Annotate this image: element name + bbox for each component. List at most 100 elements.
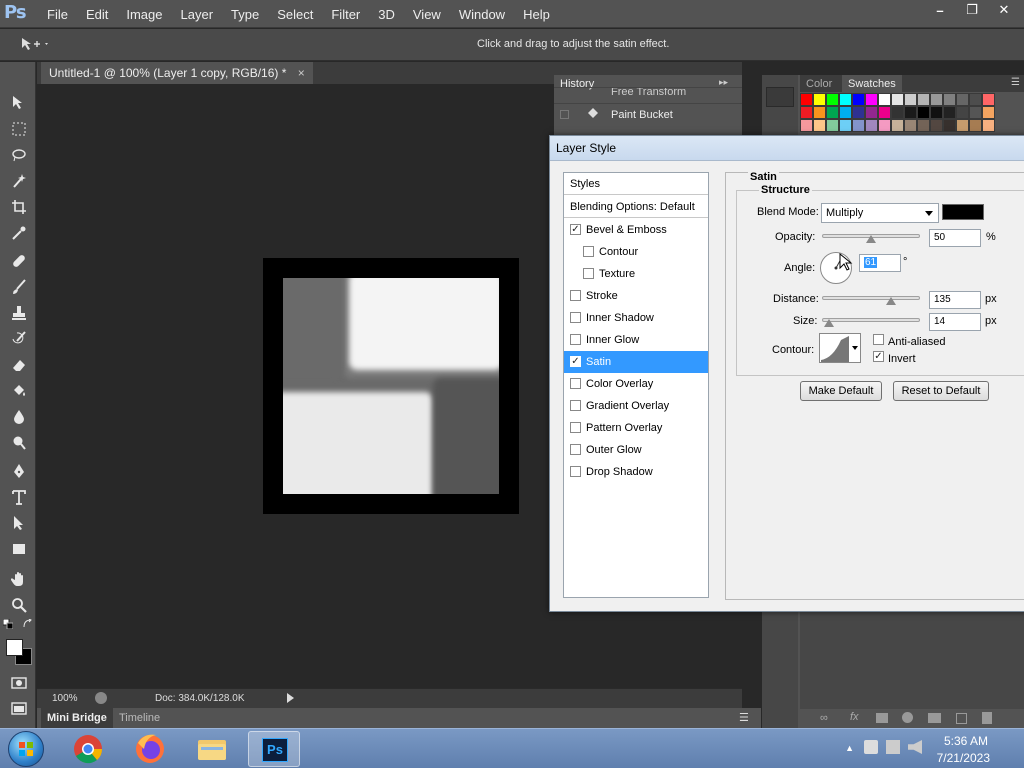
history-dock-icon[interactable] [766,87,794,107]
style-item-gradient-overlay[interactable]: Gradient Overlay [564,395,708,417]
default-colors-icon[interactable] [2,618,14,630]
foreground-color-swatch[interactable] [6,639,23,656]
eyedropper-tool-icon[interactable] [8,222,30,244]
opacity-input[interactable]: 50 [929,229,981,247]
menu-window[interactable]: Window [450,7,514,22]
magic-wand-tool-icon[interactable] [8,170,30,192]
photoshop-taskbar-button[interactable]: Ps [248,731,300,767]
style-item-inner-shadow[interactable]: Inner Shadow [564,307,708,329]
healing-brush-tool-icon[interactable] [8,250,30,272]
color-swatch[interactable] [800,106,813,119]
color-swatch[interactable] [943,119,956,132]
clock-time[interactable]: 5:36 AM [944,734,988,748]
history-brush-source-icon[interactable] [560,110,569,119]
swap-colors-icon[interactable] [22,618,34,630]
history-item[interactable]: Free Transform [554,87,742,101]
close-document-icon[interactable]: × [298,66,305,80]
color-swatch[interactable] [800,119,813,132]
path-selection-tool-icon[interactable] [8,512,30,534]
type-tool-icon[interactable] [8,486,30,508]
brush-tool-icon[interactable] [8,276,30,298]
style-item-texture[interactable]: Texture [564,263,708,285]
style-item-color-overlay[interactable]: Color Overlay [564,373,708,395]
reset-to-default-button[interactable]: Reset to Default [893,381,989,401]
color-swatch[interactable] [826,93,839,106]
color-swatch[interactable] [865,106,878,119]
distance-slider-thumb[interactable] [885,297,896,305]
size-slider-thumb[interactable] [823,319,834,327]
make-default-button[interactable]: Make Default [800,381,882,401]
color-swatch[interactable] [839,93,852,106]
color-swatch[interactable] [878,119,891,132]
menu-type[interactable]: Type [222,7,268,22]
hand-tool-icon[interactable] [8,568,30,590]
menu-edit[interactable]: Edit [77,7,117,22]
menu-view[interactable]: View [404,7,450,22]
network-icon[interactable] [886,740,900,754]
color-swatch[interactable] [917,93,930,106]
start-button[interactable] [8,731,44,767]
style-item-stroke[interactable]: Stroke [564,285,708,307]
eraser-tool-icon[interactable] [8,354,30,376]
style-item-checkbox[interactable] [570,290,581,301]
firefox-taskbar-icon[interactable] [124,731,176,767]
color-swatch[interactable] [930,93,943,106]
fx-icon[interactable]: fx [850,711,859,723]
style-item-checkbox[interactable]: ✓ [570,224,581,235]
invert-checkbox[interactable]: ✓ [873,351,884,362]
blending-options-item[interactable]: Blending Options: Default [564,196,708,218]
menu-filter[interactable]: Filter [322,7,369,22]
color-swatch[interactable] [930,119,943,132]
history-item[interactable]: Paint Bucket [554,103,742,125]
zoom-tool-icon[interactable] [8,594,30,616]
style-item-checkbox[interactable] [570,422,581,433]
style-item-checkbox[interactable]: ✓ [570,356,581,367]
menu-3d[interactable]: 3D [369,7,404,22]
style-item-inner-glow[interactable]: Inner Glow [564,329,708,351]
style-item-drop-shadow[interactable]: Drop Shadow [564,461,708,483]
opacity-slider-thumb[interactable] [866,235,876,243]
style-item-checkbox[interactable] [570,400,581,411]
dialog-title[interactable]: Layer Style [550,136,1024,161]
color-swatch[interactable] [800,93,813,106]
color-swatch[interactable] [917,106,930,119]
panel-menu-icon[interactable]: ☰ [1011,77,1020,88]
menu-file[interactable]: File [38,7,77,22]
size-input[interactable]: 14 [929,313,981,331]
angle-input[interactable]: 61 [859,254,901,272]
color-swatch[interactable] [904,106,917,119]
color-swatch[interactable] [878,93,891,106]
color-swatch[interactable] [982,93,995,106]
adjustment-layer-icon[interactable] [902,712,913,723]
contour-picker[interactable] [819,333,861,363]
color-swatch[interactable] [891,119,904,132]
style-item-checkbox[interactable] [570,312,581,323]
color-swatch[interactable] [956,93,969,106]
style-item-outer-glow[interactable]: Outer Glow [564,439,708,461]
move-tool-preset-icon[interactable] [20,37,50,54]
restore-button[interactable]: ❐ [956,0,988,20]
color-swatch[interactable] [930,106,943,119]
blend-color-swatch[interactable] [942,204,984,220]
color-swatch[interactable] [943,93,956,106]
color-swatch[interactable] [904,119,917,132]
zoom-level[interactable]: 100% [52,693,78,704]
chrome-taskbar-icon[interactable] [62,731,114,767]
color-swatch[interactable] [943,106,956,119]
layer-mask-icon[interactable] [876,713,888,723]
distance-slider[interactable] [822,296,920,300]
color-swatch[interactable] [852,106,865,119]
color-swatch[interactable] [982,119,995,132]
blur-tool-icon[interactable] [8,406,30,428]
rectangle-tool-icon[interactable] [8,538,30,560]
color-swatch[interactable] [852,93,865,106]
new-layer-icon[interactable] [956,713,967,724]
show-hidden-icons-icon[interactable]: ▲ [845,743,854,753]
document-tab[interactable]: Untitled-1 @ 100% (Layer 1 copy, RGB/16)… [41,62,313,84]
distance-input[interactable]: 135 [929,291,981,309]
color-swatch[interactable] [826,119,839,132]
color-swatch[interactable] [956,119,969,132]
color-swatch[interactable] [891,106,904,119]
style-item-satin[interactable]: ✓ Satin [564,351,708,373]
close-button[interactable]: ✕ [988,0,1020,20]
